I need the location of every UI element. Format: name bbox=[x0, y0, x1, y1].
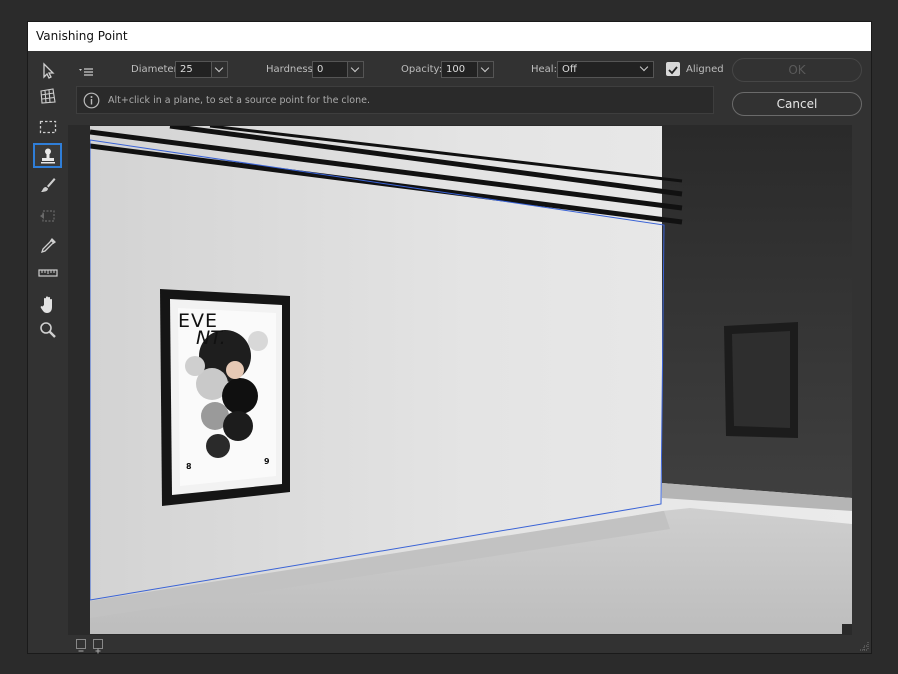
poster-date-right: 9 bbox=[264, 457, 270, 466]
minus-icon bbox=[78, 650, 84, 652]
poster-date-left: 8 bbox=[186, 462, 192, 471]
tool-preset-menu[interactable] bbox=[78, 63, 94, 76]
zoom-in-button[interactable] bbox=[93, 639, 103, 654]
grid-plane-icon bbox=[39, 87, 56, 104]
diameter-label: Diameter: bbox=[131, 64, 181, 75]
marquee-tool[interactable] bbox=[33, 114, 62, 139]
aligned-checkbox[interactable] bbox=[666, 62, 680, 76]
transform-tool[interactable] bbox=[33, 203, 62, 228]
heal-dropdown-arrow[interactable] bbox=[637, 61, 654, 78]
window-title: Vanishing Point bbox=[36, 29, 128, 43]
pointer-arrow-icon bbox=[42, 61, 55, 79]
hardness-field[interactable]: 0 bbox=[312, 61, 348, 78]
heal-value: Off bbox=[562, 64, 577, 75]
eyedropper-tool[interactable] bbox=[33, 233, 62, 258]
transform-icon bbox=[39, 209, 55, 222]
info-icon bbox=[83, 92, 100, 109]
heal-label: Heal: bbox=[531, 64, 557, 75]
brush-tool[interactable] bbox=[33, 172, 62, 197]
ok-button[interactable]: OK bbox=[732, 58, 862, 82]
checkmark-icon bbox=[668, 66, 678, 75]
preview-image[interactable]: EVE NT. 8 9 bbox=[90, 126, 852, 634]
diameter-dropdown[interactable] bbox=[211, 61, 228, 78]
marquee-icon bbox=[39, 120, 56, 133]
tool-panel bbox=[28, 52, 66, 632]
brush-icon bbox=[40, 177, 55, 192]
poster-headline-2: NT. bbox=[196, 327, 226, 349]
gallery-scene bbox=[90, 126, 852, 634]
hardness-label: Hardness: bbox=[266, 64, 317, 75]
edit-plane-tool[interactable] bbox=[33, 58, 62, 83]
info-message: Alt+click in a plane, to set a source po… bbox=[108, 95, 370, 106]
opacity-dropdown[interactable] bbox=[477, 61, 494, 78]
aligned-label: Aligned bbox=[686, 64, 724, 75]
hardness-dropdown[interactable] bbox=[347, 61, 364, 78]
zoom-out-button[interactable] bbox=[76, 639, 86, 652]
clone-stamp-icon bbox=[40, 148, 55, 163]
opacity-label: Opacity: bbox=[401, 64, 443, 75]
opacity-field[interactable]: 100 bbox=[441, 61, 478, 78]
plus-icon bbox=[95, 648, 101, 654]
eyedropper-icon bbox=[40, 237, 56, 253]
ruler-icon bbox=[37, 268, 58, 277]
create-plane-tool[interactable] bbox=[33, 83, 62, 108]
zoom-icon bbox=[39, 321, 56, 338]
stamp-tool[interactable] bbox=[33, 143, 62, 168]
menu-icon bbox=[79, 68, 93, 76]
diameter-field[interactable]: 25 bbox=[175, 61, 212, 78]
measure-tool[interactable] bbox=[33, 260, 62, 285]
title-bar: Vanishing Point bbox=[28, 22, 871, 51]
cancel-button[interactable]: Cancel bbox=[732, 92, 862, 116]
resize-grip-icon[interactable] bbox=[859, 641, 869, 651]
vanishing-point-dialog: Vanishing Point Diameter: 25 Hardness: 0… bbox=[27, 21, 872, 654]
hand-tool[interactable] bbox=[33, 292, 62, 317]
zoom-tool[interactable] bbox=[33, 317, 62, 342]
hand-icon bbox=[40, 295, 52, 313]
info-bar: Alt+click in a plane, to set a source po… bbox=[76, 86, 714, 114]
